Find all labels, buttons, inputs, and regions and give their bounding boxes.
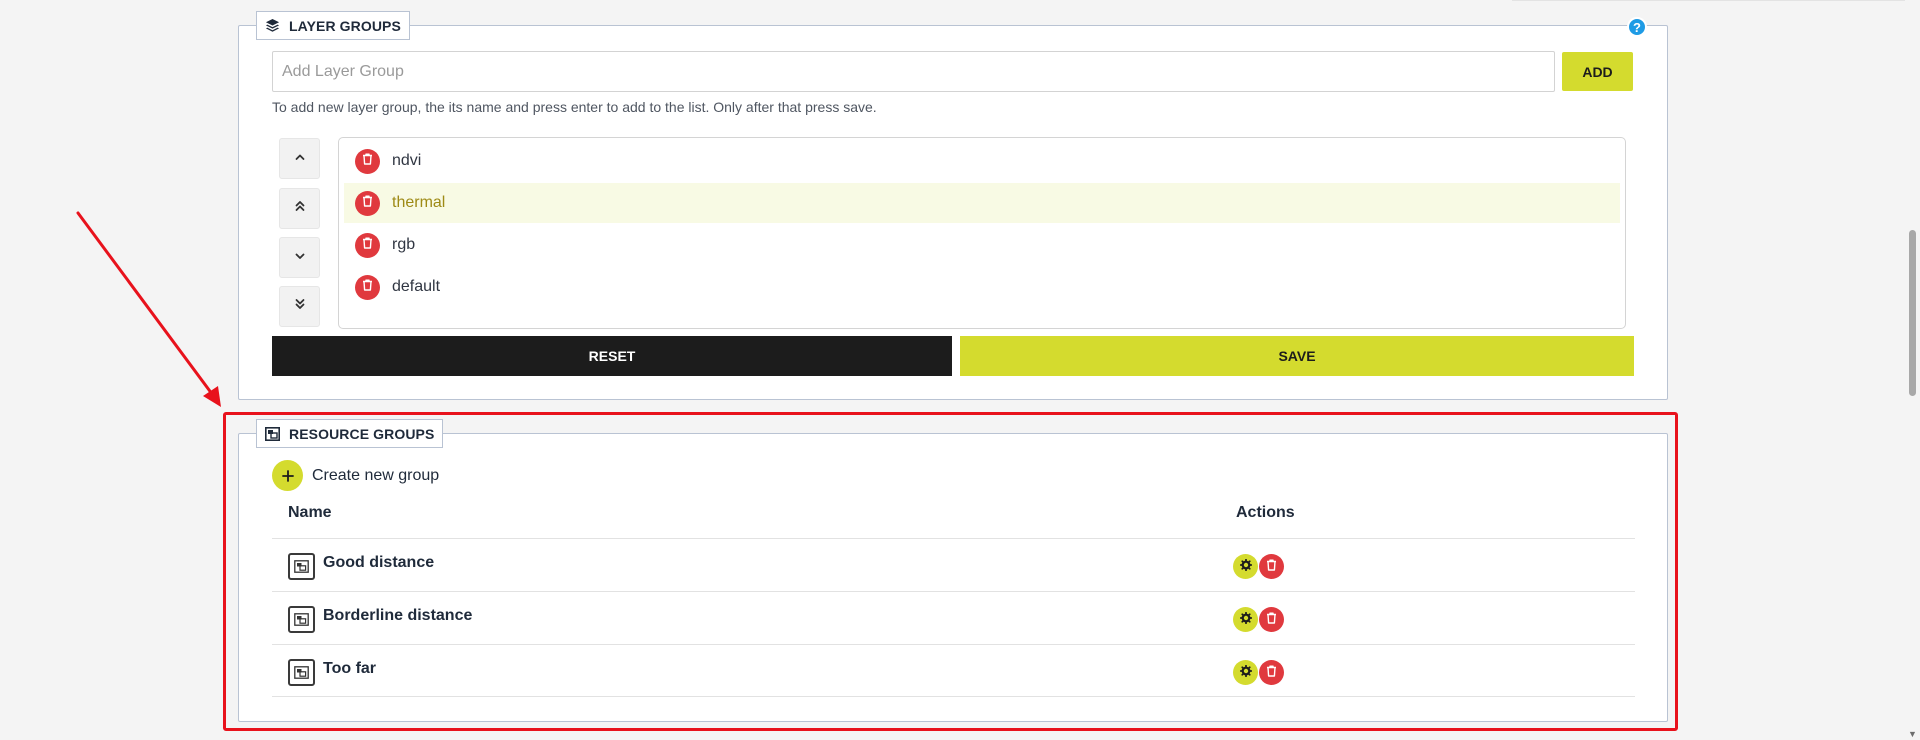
create-new-group-label: Create new group — [312, 466, 440, 484]
trash-icon — [362, 152, 373, 170]
list-item-label: thermal — [392, 194, 446, 211]
table-row: Borderline distance — [272, 591, 1635, 644]
help-button[interactable]: ? — [1627, 17, 1647, 37]
list-item[interactable]: rgb — [344, 225, 1620, 265]
scroll-down-arrow-icon[interactable]: ▼ — [1908, 730, 1917, 739]
delete-layer-button[interactable] — [355, 190, 380, 216]
list-item[interactable]: ndvi — [344, 141, 1620, 181]
list-item-label: ndvi — [392, 152, 422, 169]
gear-icon — [1239, 558, 1252, 576]
chevron-up-icon — [294, 150, 306, 168]
gear-icon — [1239, 611, 1252, 629]
resource-group-icon — [265, 426, 280, 441]
double-chevron-down-icon — [294, 297, 306, 316]
trash-icon — [1266, 664, 1277, 682]
create-new-group-button[interactable]: Create new group — [272, 460, 439, 491]
resource-group-name[interactable]: Too far — [323, 660, 376, 678]
list-item[interactable]: thermal — [344, 183, 1620, 223]
list-item-label: rgb — [392, 236, 416, 253]
resource-groups-panel: RESOURCE GROUPS Create new group Name Ac… — [238, 419, 1668, 722]
trash-icon — [1266, 558, 1277, 576]
table-row: Good distance — [272, 538, 1635, 591]
resource-groups-title: RESOURCE GROUPS — [289, 425, 435, 442]
trash-icon — [362, 278, 373, 296]
table-row: Too far — [272, 644, 1635, 697]
column-header-name: Name — [288, 504, 332, 521]
layers-icon — [265, 18, 280, 33]
delete-layer-button[interactable] — [355, 232, 380, 258]
layer-groups-panel: LAYER GROUPS ? ADD To add new layer grou… — [238, 11, 1668, 400]
add-hint-text: To add new layer group, the its name and… — [272, 99, 877, 115]
layer-group-list: ndvi thermal rgb default — [338, 137, 1626, 329]
page-scrollbar[interactable]: ▼ — [1905, 0, 1920, 740]
add-layer-group-input[interactable] — [272, 51, 1555, 92]
settings-button[interactable] — [1233, 660, 1258, 685]
settings-button[interactable] — [1233, 607, 1258, 632]
resource-groups-legend: RESOURCE GROUPS — [256, 419, 444, 448]
gear-icon — [1239, 664, 1252, 682]
move-down-button[interactable] — [279, 237, 320, 278]
reset-button[interactable]: RESET — [272, 336, 952, 376]
column-header-actions: Actions — [1236, 504, 1295, 521]
delete-group-button[interactable] — [1259, 660, 1284, 685]
scrollbar-thumb[interactable] — [1909, 230, 1916, 396]
double-chevron-up-icon — [294, 199, 306, 218]
resource-group-icon — [288, 553, 315, 580]
move-top-button[interactable] — [279, 188, 320, 229]
delete-layer-button[interactable] — [355, 274, 380, 300]
settings-button[interactable] — [1233, 554, 1258, 579]
trash-icon — [1266, 611, 1277, 629]
save-button[interactable]: SAVE — [960, 336, 1634, 376]
list-item[interactable]: default — [344, 267, 1620, 307]
resource-group-icon — [288, 659, 315, 686]
chevron-down-icon — [294, 249, 306, 267]
top-divider — [1512, 0, 1906, 1]
plus-icon — [272, 460, 303, 491]
trash-icon — [362, 236, 373, 254]
move-up-button[interactable] — [279, 138, 320, 179]
resource-group-icon — [288, 606, 315, 633]
delete-layer-button[interactable] — [355, 148, 380, 174]
add-button[interactable]: ADD — [1562, 52, 1633, 91]
layer-groups-title: LAYER GROUPS — [289, 17, 401, 34]
resource-group-name[interactable]: Good distance — [323, 554, 434, 572]
list-item-label: default — [392, 278, 441, 295]
delete-group-button[interactable] — [1259, 607, 1284, 632]
trash-icon — [362, 194, 373, 212]
layer-groups-legend: LAYER GROUPS — [256, 11, 410, 40]
move-bottom-button[interactable] — [279, 286, 320, 327]
delete-group-button[interactable] — [1259, 554, 1284, 579]
resource-group-name[interactable]: Borderline distance — [323, 607, 472, 625]
